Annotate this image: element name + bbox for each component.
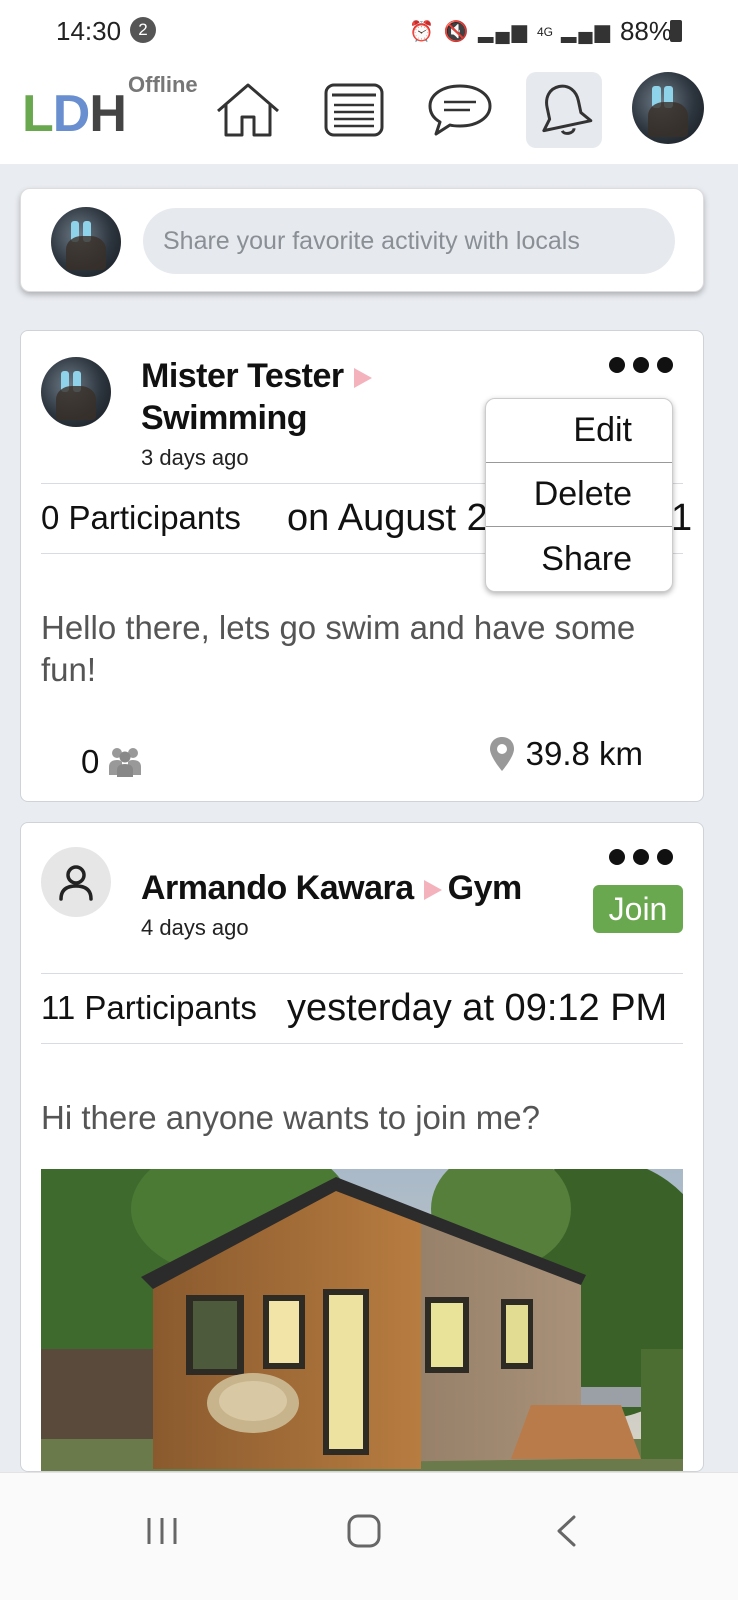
signal-icon: ▂▄▆ [561,21,612,43]
alarm-mute-signal-icons: ⏰ 🔇 ▂▄▆ [409,21,529,43]
join-button[interactable]: Join [593,885,683,933]
profile-avatar[interactable] [632,72,704,144]
feed-list-icon [324,83,384,137]
chevron-left-icon [557,1515,576,1547]
messages-button[interactable] [422,72,498,148]
battery-percent: 88% [619,16,672,46]
post-composer [20,188,704,292]
home-icon [217,83,279,137]
user-icon [59,865,93,901]
top-navigation: LDH Offline [0,62,738,164]
participant-stat[interactable]: 0 [81,743,143,781]
divider [41,973,683,974]
bell-icon [542,84,593,135]
post-time-ago: 4 days ago [141,915,249,940]
post-body: Hello there, lets go swim and have some … [41,609,636,688]
divider [41,1043,683,1044]
logo-letter-d: D [52,85,91,143]
participants-count[interactable]: 11 Participants [41,989,257,1027]
distance-value: 39.8 km [525,735,643,772]
menu-item-share[interactable]: Share [486,527,672,591]
home-system-button[interactable] [334,1501,394,1561]
post-author-line: Mister Tester [141,357,378,396]
feed-button[interactable] [316,72,392,148]
post-activity: Gym [447,869,523,907]
chat-bubble-icon [428,84,492,136]
share-activity-input[interactable] [143,208,675,274]
connection-status: Offline [128,72,198,97]
status-bar: 14:30 2 ⏰ 🔇 ▂▄▆ 4G ▂▄▆ 88% [0,0,738,62]
more-options-button[interactable] [609,353,673,377]
logo-letter-h: H [89,85,127,143]
post-body: Hi there anyone wants to join me? [41,1099,540,1136]
tiny-house-photo [41,1169,683,1471]
home-square-icon [347,1514,381,1548]
app-logo[interactable]: LDH [22,84,127,144]
dot-icon [657,357,673,373]
post-author-name[interactable]: Mister Tester [141,357,344,395]
dot-icon [657,849,673,865]
post-author-line: Armando Kawara Gym [141,869,522,908]
people-group-icon [109,748,142,777]
post-activity: Swimming [141,399,308,437]
system-navigation-bar [0,1472,738,1600]
post-author-name[interactable]: Armando Kawara [141,869,414,907]
battery-icon [670,20,682,42]
post-card: Armando Kawara Gym 4 days ago Join 11 Par… [20,822,704,1472]
location-pin-icon [489,737,514,771]
dot-icon [609,849,625,865]
post-author-avatar[interactable] [41,357,111,427]
event-date: on August 2 [287,497,488,539]
status-right: ⏰ 🔇 ▂▄▆ 4G ▂▄▆ 88% [409,16,672,47]
notifications-button[interactable] [526,72,602,148]
post-author-avatar[interactable] [41,847,111,917]
participants-count[interactable]: 0 Participants [41,499,241,537]
recent-apps-icon [147,1518,177,1544]
dot-icon [633,849,649,865]
event-date-tail: 1 [671,497,693,539]
post-time-ago: 3 days ago [141,445,249,470]
recent-apps-button[interactable] [132,1501,192,1561]
menu-item-edit[interactable]: Edit [486,399,672,463]
logo-letter-l: L [22,85,54,143]
network-type: 4G [537,24,554,39]
status-time: 14:30 [56,16,122,46]
composer-avatar [51,207,121,277]
dot-icon [609,357,625,373]
dot-icon [633,357,649,373]
distance-stat: 39.8 km [488,735,643,773]
post-image[interactable] [41,1169,683,1471]
event-date: yesterday at 09:12 PM [287,987,668,1029]
post-options-menu: Edit Delete Share [485,398,673,592]
menu-item-delete[interactable]: Delete [486,463,672,527]
activity-arrow-icon [353,368,372,389]
more-options-button[interactable] [609,845,673,869]
notification-count-badge: 2 [130,17,156,43]
home-button[interactable] [210,72,286,148]
participant-stat-count: 0 [81,743,100,780]
activity-arrow-icon [423,880,442,901]
back-button[interactable] [536,1501,596,1561]
